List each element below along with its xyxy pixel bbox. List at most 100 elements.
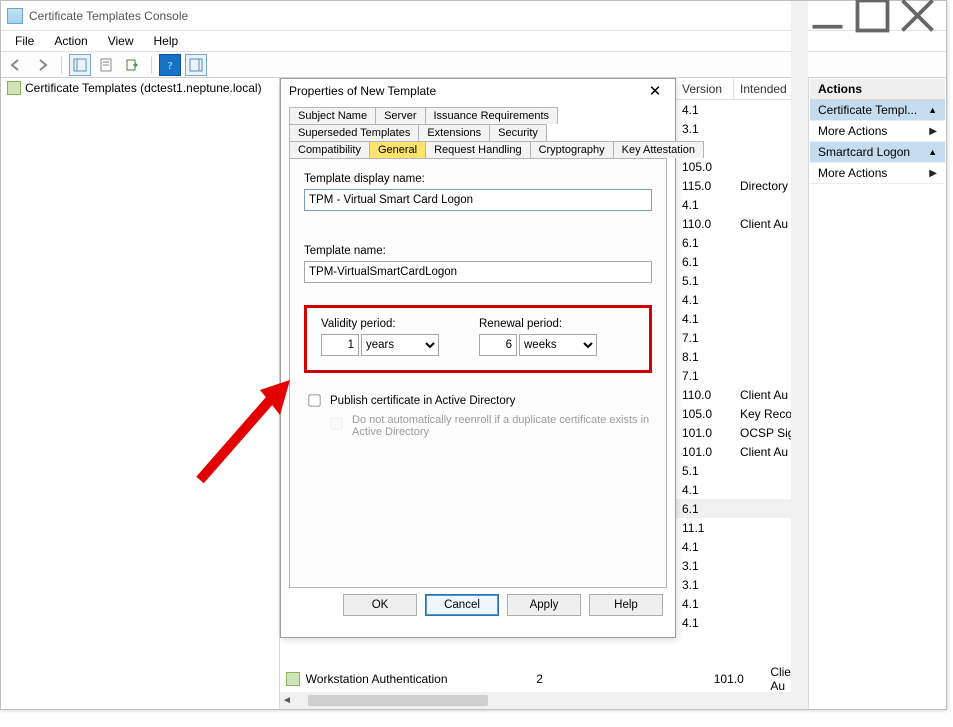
- actions-category-smartcard[interactable]: Smartcard Logon ▲: [810, 142, 945, 163]
- table-row[interactable]: 4.1: [676, 195, 807, 214]
- table-row[interactable]: 4.1: [676, 480, 807, 499]
- publish-ad-label: Publish certificate in Active Directory: [330, 395, 515, 407]
- renewal-unit-select[interactable]: weeks: [519, 334, 597, 356]
- template-name-label: Template name:: [304, 245, 652, 257]
- table-row[interactable]: 3.1: [676, 556, 807, 575]
- forward-button[interactable]: [31, 54, 53, 76]
- apply-button[interactable]: Apply: [507, 594, 581, 616]
- tab-extensions[interactable]: Extensions: [418, 124, 489, 141]
- table-row[interactable]: Workstation Authentication 2 101.0 Clien…: [280, 669, 807, 689]
- table-row[interactable]: 115.0Directory: [676, 176, 807, 195]
- more-actions-item[interactable]: More Actions ▶: [810, 163, 945, 184]
- show-hide-action-pane-button[interactable]: [185, 54, 207, 76]
- renewal-number-input[interactable]: [479, 334, 517, 356]
- dialog-button-row: OK Cancel Apply Help: [281, 594, 675, 626]
- dialog-close-button[interactable]: ✕: [643, 81, 667, 101]
- cell-version: 105.0: [676, 407, 734, 421]
- help-button[interactable]: ?: [159, 54, 181, 76]
- show-hide-console-tree-button[interactable]: [69, 54, 91, 76]
- more-actions-item[interactable]: More Actions ▶: [810, 121, 945, 142]
- table-row[interactable]: 6.1: [676, 233, 807, 252]
- tab-compatibility[interactable]: Compatibility: [289, 141, 369, 158]
- scrollbar-thumb[interactable]: [308, 695, 488, 706]
- cell-version: 4.1: [676, 597, 734, 611]
- cell-version: 3.1: [676, 578, 734, 592]
- menu-help[interactable]: Help: [144, 32, 189, 50]
- list-body[interactable]: 4.13.15.1105.0115.0Directory4.1110.0Clie…: [676, 100, 807, 689]
- vertical-scrollbar[interactable]: [791, 78, 808, 709]
- column-intended-label: Intended: [740, 82, 787, 96]
- table-row[interactable]: 5.1: [676, 271, 807, 290]
- table-row[interactable]: 105.0: [676, 157, 807, 176]
- chevron-right-icon: ▶: [929, 168, 937, 179]
- display-name-input[interactable]: [304, 189, 652, 211]
- table-row[interactable]: 101.0OCSP Sig: [676, 423, 807, 442]
- period-highlight-box: Validity period: years Renewal period:: [304, 305, 652, 373]
- chevron-right-icon: ▶: [929, 126, 937, 137]
- ok-button[interactable]: OK: [343, 594, 417, 616]
- cell-version: 4.1: [676, 483, 734, 497]
- minimize-button[interactable]: [805, 1, 850, 31]
- collapse-icon: ▲: [928, 105, 937, 115]
- display-name-label: Template display name:: [304, 173, 652, 185]
- maximize-button[interactable]: [850, 1, 895, 31]
- tab-cryptography[interactable]: Cryptography: [530, 141, 613, 158]
- folder-icon: [7, 81, 21, 95]
- table-row[interactable]: 7.1: [676, 328, 807, 347]
- table-row[interactable]: 11.1: [676, 518, 807, 537]
- validity-unit-select[interactable]: years: [361, 334, 439, 356]
- list-pane: Version Intended ▲ 4.13.15.1105.0115.0Di…: [279, 78, 808, 709]
- tab-issuance-requirements[interactable]: Issuance Requirements: [425, 107, 559, 124]
- table-row[interactable]: 110.0Client Au: [676, 385, 807, 404]
- help-button[interactable]: Help: [589, 594, 663, 616]
- menu-action[interactable]: Action: [44, 32, 97, 50]
- properties-button[interactable]: [95, 54, 117, 76]
- table-row[interactable]: 4.1: [676, 537, 807, 556]
- validity-period-group: Validity period: years: [321, 318, 439, 356]
- tab-general-content: Template display name: Template name: Va…: [289, 158, 667, 588]
- table-row[interactable]: 7.1: [676, 366, 807, 385]
- tab-security[interactable]: Security: [489, 124, 547, 141]
- table-row[interactable]: 101.0Client Au: [676, 442, 807, 461]
- window-title: Certificate Templates Console: [29, 9, 805, 23]
- table-row[interactable]: 6.1: [676, 252, 807, 271]
- table-row[interactable]: 4.1: [676, 309, 807, 328]
- table-row[interactable]: 105.0Key Reco: [676, 404, 807, 423]
- table-row[interactable]: 3.1: [676, 575, 807, 594]
- template-name-input[interactable]: [304, 261, 652, 283]
- publish-ad-checkbox[interactable]: [308, 394, 320, 406]
- tab-general[interactable]: General: [369, 141, 425, 158]
- actions-header: Actions: [810, 79, 945, 100]
- table-row[interactable]: 4.1: [676, 594, 807, 613]
- tree-root-node[interactable]: Certificate Templates (dctest1.neptune.l…: [3, 80, 277, 96]
- scroll-left-icon[interactable]: ◄: [280, 692, 294, 709]
- tab-key-attestation[interactable]: Key Attestation: [613, 141, 704, 158]
- actions-category-templates[interactable]: Certificate Templ... ▲: [810, 100, 945, 121]
- column-version[interactable]: Version: [676, 78, 734, 99]
- table-row[interactable]: 8.1: [676, 347, 807, 366]
- template-name-label: Workstation Authentication: [306, 672, 501, 686]
- tab-request-handling[interactable]: Request Handling: [425, 141, 529, 158]
- tab-superseded-templates[interactable]: Superseded Templates: [289, 124, 418, 141]
- table-row[interactable]: 110.0Client Au: [676, 214, 807, 233]
- list-header: Version Intended ▲: [676, 78, 807, 100]
- table-row[interactable]: 6.1: [676, 499, 807, 518]
- actions-category-label: Smartcard Logon: [818, 145, 910, 159]
- table-row[interactable]: 5.1: [676, 461, 807, 480]
- validity-number-input[interactable]: [321, 334, 359, 356]
- properties-dialog: Properties of New Template ✕ Subject Nam…: [280, 78, 676, 638]
- horizontal-scrollbar[interactable]: ◄ ►: [280, 692, 807, 709]
- table-row[interactable]: 3.1: [676, 119, 807, 138]
- table-row[interactable]: 4.1: [676, 100, 807, 119]
- menu-view[interactable]: View: [98, 32, 144, 50]
- table-row[interactable]: 4.1: [676, 290, 807, 309]
- cancel-button[interactable]: Cancel: [425, 594, 499, 616]
- menu-file[interactable]: File: [5, 32, 44, 50]
- table-row[interactable]: 4.1: [676, 613, 807, 632]
- tab-subject-name[interactable]: Subject Name: [289, 107, 375, 124]
- export-button[interactable]: [121, 54, 143, 76]
- close-button[interactable]: [895, 1, 940, 31]
- cell-version: 110.0: [676, 388, 734, 402]
- back-button[interactable]: [5, 54, 27, 76]
- tab-server[interactable]: Server: [375, 107, 424, 124]
